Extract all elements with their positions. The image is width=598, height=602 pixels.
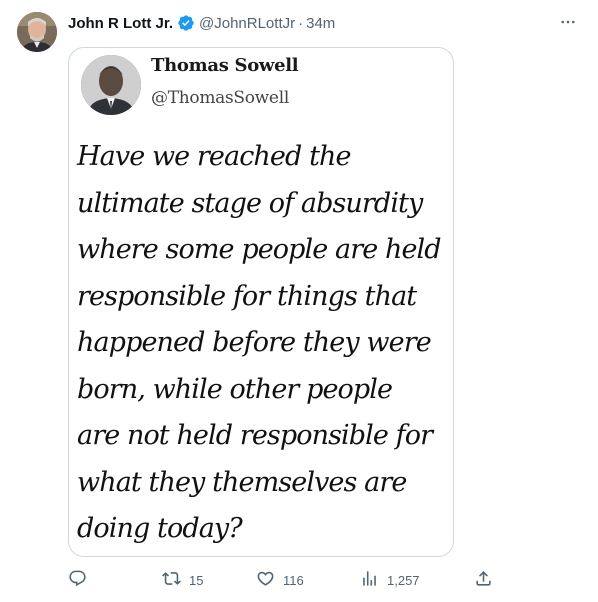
quoted-author-name: Thomas Sowell [151,55,299,76]
verified-badge-icon[interactable] [177,14,195,32]
share-icon [474,569,493,591]
views-icon [360,569,379,591]
quote-line: born, while other people [77,373,393,405]
quoted-author-avatar [81,55,141,115]
quote-line: where some people are held [77,234,442,265]
header-separator: · [298,14,304,32]
retweet-icon [162,569,181,591]
tweet: John R Lott Jr. @JohnRLottJr · 34m Thoma… [0,0,598,602]
views-button[interactable]: 1,257 [360,568,420,592]
reply-icon [68,569,87,591]
avatar-photo [17,12,57,52]
quote-line: ultimate stage of absurdity [77,187,423,219]
quote-line: doing today? [77,513,243,544]
quote-line: Have we reached the [77,141,351,172]
quote-line: what they themselves are [77,466,407,498]
quote-line: are not held responsible for [77,420,433,451]
quote-line: responsible for things that [77,280,417,312]
tweet-timestamp[interactable]: 34m [306,15,335,32]
author-handle[interactable]: @JohnRLottJr [199,15,295,32]
reply-button[interactable] [68,568,95,592]
quote-text: Have we reached the ultimate stage of ab… [77,134,449,553]
tweet-image[interactable]: Thomas Sowell @ThomasSowell Have we reac… [68,47,454,557]
like-count: 116 [283,572,304,588]
more-options-icon[interactable] [558,12,578,32]
like-icon [256,569,275,591]
retweet-count: 15 [189,572,204,588]
share-button[interactable] [474,568,493,592]
view-count: 1,257 [387,572,420,588]
avatar[interactable] [17,12,57,52]
tweet-actions: 15 116 1,257 [68,568,498,592]
like-button[interactable]: 116 [256,568,304,592]
quote-line: happened before they were [77,327,432,358]
author-name[interactable]: John R Lott Jr. [68,15,173,32]
quoted-author-handle: @ThomasSowell [151,88,289,108]
retweet-button[interactable]: 15 [162,568,203,592]
tweet-header: John R Lott Jr. @JohnRLottJr · 34m [68,13,335,33]
